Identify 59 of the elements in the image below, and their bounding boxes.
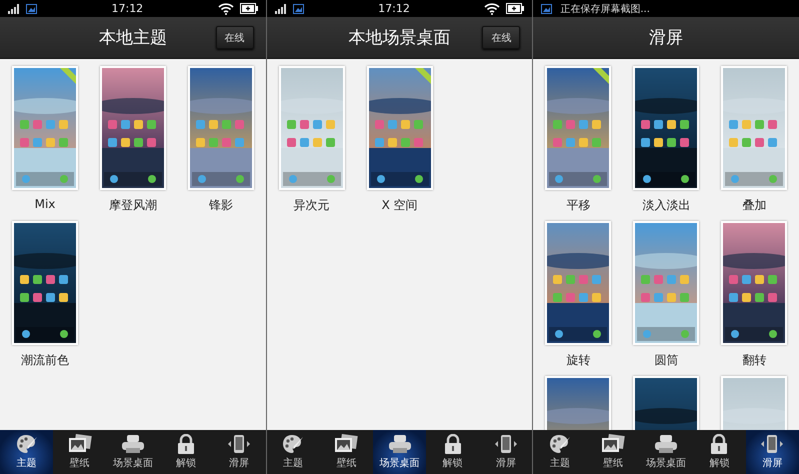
printer-icon bbox=[654, 434, 678, 454]
nav-tab[interactable]: 场景桌面 bbox=[106, 430, 160, 474]
theme-label: 摩登风潮 bbox=[109, 197, 157, 213]
online-button[interactable]: 在线 bbox=[482, 26, 520, 49]
online-button[interactable]: 在线 bbox=[216, 26, 254, 49]
signal-icon bbox=[274, 4, 289, 14]
nav-tab[interactable]: 壁纸 bbox=[320, 430, 373, 474]
theme-label: 异次元 bbox=[294, 197, 330, 213]
nav-tab[interactable]: 滑屏 bbox=[479, 430, 532, 474]
lock-icon bbox=[176, 434, 195, 454]
nav-tab[interactable]: 场景桌面 bbox=[640, 430, 693, 474]
nav-tab[interactable]: 主题 bbox=[533, 430, 586, 474]
notification-text: 正在保存屏幕截图... bbox=[560, 2, 650, 16]
wifi-icon bbox=[484, 2, 500, 14]
phone-swipe-icon bbox=[227, 434, 252, 454]
theme-label: 潮流前色 bbox=[21, 352, 69, 368]
photos-icon bbox=[68, 434, 92, 454]
image-icon bbox=[26, 4, 37, 14]
palette-icon bbox=[548, 434, 571, 454]
nav-tab[interactable]: 壁纸 bbox=[53, 430, 106, 474]
nav-tab[interactable]: 壁纸 bbox=[586, 430, 640, 474]
image-icon bbox=[541, 4, 552, 14]
printer-icon bbox=[120, 434, 145, 454]
theme-label: X 空间 bbox=[382, 197, 418, 213]
palette-icon bbox=[282, 434, 304, 454]
printer-icon bbox=[388, 434, 412, 454]
photos-icon bbox=[334, 434, 358, 454]
screen-title: 滑屏 bbox=[649, 27, 684, 49]
screen-title: 本地场景桌面 bbox=[348, 27, 450, 49]
battery-icon bbox=[506, 3, 524, 14]
theme-label: 叠加 bbox=[742, 197, 766, 213]
palette-icon bbox=[16, 434, 38, 454]
status-time: 17:12 bbox=[111, 2, 144, 15]
theme-label: 翻转 bbox=[742, 352, 766, 368]
lock-icon bbox=[710, 434, 728, 454]
wifi-icon bbox=[218, 2, 234, 14]
lock-icon bbox=[444, 434, 462, 454]
phone-swipe-icon bbox=[494, 434, 518, 454]
screen-title: 本地主题 bbox=[98, 27, 167, 49]
status-time: 17:12 bbox=[378, 2, 410, 15]
theme-label: 锋影 bbox=[209, 197, 233, 213]
nav-tab[interactable]: 解锁 bbox=[159, 430, 213, 474]
theme-label: 旋转 bbox=[566, 352, 590, 368]
nav-tab[interactable]: 主题 bbox=[266, 430, 320, 474]
nav-tab[interactable]: 场景桌面 bbox=[372, 430, 426, 474]
nav-tab[interactable]: 主题 bbox=[0, 430, 54, 474]
photos-icon bbox=[601, 434, 626, 454]
theme-label: 平移 bbox=[566, 197, 590, 213]
theme-label: 淡入淡出 bbox=[642, 197, 690, 213]
image-icon bbox=[292, 4, 304, 14]
phone-swipe-icon bbox=[760, 434, 784, 454]
nav-tab[interactable]: 滑屏 bbox=[746, 430, 799, 474]
nav-tab[interactable]: 滑屏 bbox=[212, 430, 266, 474]
theme-label: Mix bbox=[34, 197, 56, 213]
nav-tab[interactable]: 解锁 bbox=[426, 430, 480, 474]
battery-icon bbox=[240, 3, 258, 14]
theme-label: 圆筒 bbox=[654, 352, 678, 368]
nav-tab[interactable]: 解锁 bbox=[692, 430, 746, 474]
signal-icon bbox=[8, 4, 22, 14]
